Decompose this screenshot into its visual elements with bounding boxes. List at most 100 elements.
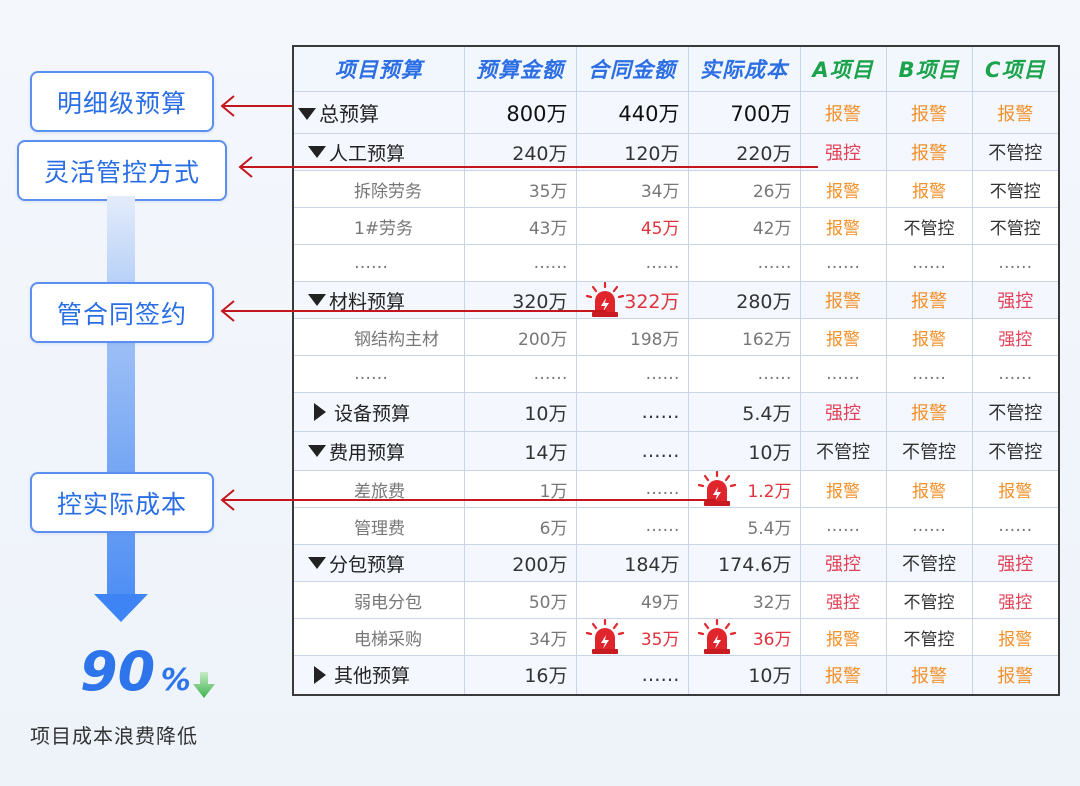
percent-symbol: % [160, 663, 191, 698]
collapse-triangle-icon[interactable] [298, 107, 316, 120]
project-b-control-cell[interactable]: 不管控 [885, 581, 973, 619]
project-c-control-cell[interactable]: 不管控 [971, 392, 1060, 432]
collapse-triangle-icon[interactable] [308, 294, 326, 306]
project-a-control-cell[interactable]: 强控 [799, 133, 887, 171]
contract-cell: 49万 [575, 581, 689, 619]
project-b-control-cell[interactable]: 不管控 [885, 544, 973, 582]
budget-cell: 1万 [463, 470, 577, 508]
contract-value: 35万 [640, 629, 680, 650]
project-b-control-cell[interactable]: 不管控 [885, 207, 973, 245]
budget-cell: …… [463, 355, 577, 393]
project-c-control-cell[interactable]: 不管控 [971, 133, 1060, 171]
table-row: …………………………………… [292, 244, 1060, 282]
project-c-control-cell[interactable]: 不管控 [971, 170, 1060, 208]
alarm-siren-icon [585, 619, 624, 654]
actual-cell: 10万 [687, 431, 801, 471]
project-c-control-cell[interactable]: 强控 [971, 581, 1060, 619]
row-name-cell[interactable]: 材料预算 [292, 281, 465, 319]
actual-cell: 280万 [687, 281, 801, 319]
actual-value: 162万 [742, 329, 792, 350]
row-name-label: 分包预算 [329, 553, 406, 576]
budget-cell: 240万 [463, 133, 577, 171]
contract-cell: 440万 [575, 91, 689, 134]
col-header-project-b: B项目 [885, 45, 973, 92]
collapse-triangle-icon[interactable] [308, 146, 326, 158]
project-c-control-cell[interactable]: 报警 [971, 470, 1060, 508]
expand-triangle-icon[interactable] [314, 665, 326, 684]
project-a-control-cell[interactable]: 报警 [799, 655, 887, 695]
project-b-control-cell[interactable]: 报警 [885, 91, 973, 134]
row-name-cell: 弱电分包 [292, 581, 465, 619]
flexible-control-label: 灵活管控方式 [17, 140, 227, 201]
project-b-control-cell[interactable]: 不管控 [885, 618, 973, 656]
contract-value: 34万 [640, 181, 680, 202]
budget-value: 50万 [528, 592, 568, 613]
project-c-control-cell[interactable]: 强控 [971, 281, 1060, 319]
project-a-control-cell[interactable]: 不管控 [799, 431, 887, 471]
project-a-control-cell[interactable]: 报警 [799, 318, 887, 356]
row-name-cell[interactable]: 设备预算 [292, 392, 465, 432]
expand-triangle-icon[interactable] [314, 403, 326, 421]
project-b-control-cell[interactable]: 报警 [885, 133, 973, 171]
project-b-control-cell[interactable]: 不管控 [885, 431, 973, 471]
table-row: 其他预算 16万…… 10万 报警 报警 报警 [292, 655, 1060, 695]
project-b-control-cell[interactable]: 报警 [885, 392, 973, 432]
budget-value: 800万 [506, 101, 568, 126]
row-name-cell[interactable]: 总预算 [292, 91, 465, 134]
project-c-control-cell[interactable]: 强控 [971, 318, 1060, 356]
row-name-cell[interactable]: 人工预算 [292, 133, 465, 171]
project-a-control-cell[interactable]: 报警 [799, 170, 887, 208]
budget-value: 1万 [539, 481, 568, 502]
actual-value: 32万 [752, 592, 792, 613]
project-a-control-cell[interactable]: 强控 [799, 392, 887, 432]
alarm-siren-icon [697, 619, 736, 654]
row-name-cell[interactable]: 其他预算 [292, 655, 465, 695]
project-a-control-cell[interactable]: 报警 [799, 207, 887, 245]
contract-value: …… [641, 440, 680, 462]
project-b-control-cell[interactable]: 报警 [885, 170, 973, 208]
alarm-siren-icon [585, 282, 624, 317]
contract-cell: 198万 [575, 318, 689, 356]
row-name-cell[interactable]: 分包预算 [292, 544, 465, 582]
project-a-control-cell[interactable]: 强控 [799, 581, 887, 619]
flow-bar [107, 196, 135, 594]
project-a-control-cell[interactable]: 报警 [799, 470, 887, 508]
actual-value: 220万 [736, 142, 792, 165]
actual-cell: 220万 [687, 133, 801, 171]
table-row: 钢结构主材 200万 198万 162万 报警 报警 强控 [292, 318, 1060, 356]
project-c-control-cell[interactable]: 强控 [971, 544, 1060, 582]
actual-cost-label: 控实际成本 [30, 472, 214, 533]
table-row: 设备预算 10万 …… 5.4万 强控 报警 不管控 [292, 392, 1060, 432]
col-header-project-budget: 项目预算 [292, 45, 465, 92]
row-name-label: …… [354, 253, 388, 273]
connector-arrow-detail-budget [220, 95, 292, 117]
project-c-control-cell[interactable]: 报警 [971, 618, 1060, 656]
actual-value: 36万 [752, 629, 792, 650]
actual-cell: …… [687, 244, 801, 282]
table-header-row: 项目预算 预算金额 合同金额 实际成本 A项目 B项目 C项目 [292, 45, 1060, 92]
project-a-control-cell[interactable]: 报警 [799, 281, 887, 319]
project-c-control-cell[interactable]: 报警 [971, 91, 1060, 134]
table-row: 1#劳务 43万 45万 42万 报警 不管控 不管控 [292, 207, 1060, 245]
row-name-cell[interactable]: 费用预算 [292, 431, 465, 471]
cost-waste-caption: 项目成本浪费降低 [30, 724, 198, 748]
project-b-control-cell[interactable]: 报警 [885, 655, 973, 695]
project-a-control-cell[interactable]: 报警 [799, 618, 887, 656]
project-c-control-cell[interactable]: 报警 [971, 655, 1060, 695]
actual-cell: 10万 [687, 655, 801, 695]
collapse-triangle-icon[interactable] [308, 445, 326, 457]
contract-value: …… [645, 253, 680, 273]
budget-value: 43万 [528, 218, 568, 239]
row-name-label: 1#劳务 [354, 218, 414, 239]
collapse-triangle-icon[interactable] [308, 557, 326, 569]
project-b-control-cell[interactable]: 报警 [885, 470, 973, 508]
project-c-control-cell[interactable]: 不管控 [971, 431, 1060, 471]
project-a-control-cell[interactable]: 报警 [799, 91, 887, 134]
green-down-arrow-icon [193, 672, 215, 698]
project-c-control-cell[interactable]: 不管控 [971, 207, 1060, 245]
contract-cell: 184万 [575, 544, 689, 582]
project-a-control-cell[interactable]: 强控 [799, 544, 887, 582]
project-b-control-cell[interactable]: 报警 [885, 318, 973, 356]
project-b-control-cell[interactable]: 报警 [885, 281, 973, 319]
budget-cell: 43万 [463, 207, 577, 245]
